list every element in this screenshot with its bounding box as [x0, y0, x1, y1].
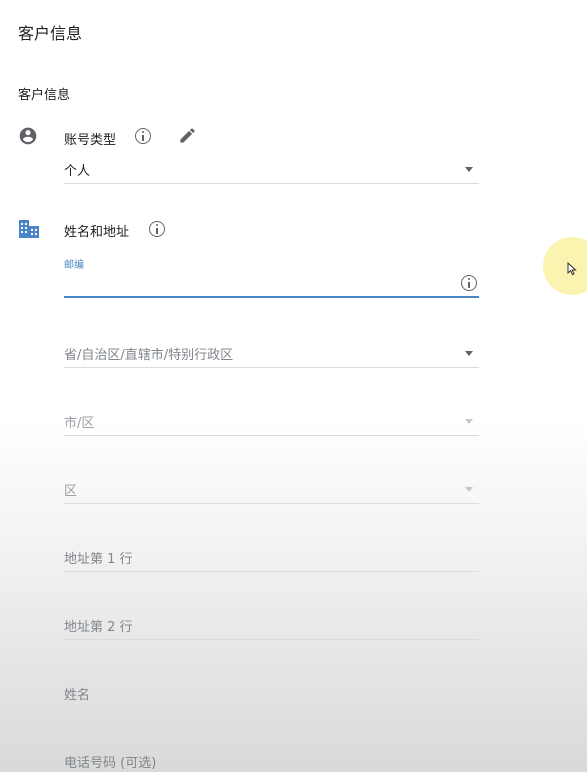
account-type-info-icon[interactable]	[135, 128, 151, 144]
name-address-info-icon[interactable]	[149, 221, 165, 237]
name-address-label: 姓名和地址	[64, 225, 130, 240]
city-select[interactable]: 市/区	[64, 404, 479, 436]
district-select[interactable]: 区	[64, 472, 479, 504]
account-circle-icon	[19, 127, 37, 145]
city-placeholder: 市/区	[64, 416, 95, 431]
address-line1-placeholder: 地址第 1 行	[64, 552, 133, 567]
district-placeholder: 区	[64, 484, 78, 499]
section-title: 客户信息	[18, 88, 71, 103]
province-placeholder: 省/自治区/直辖市/特别行政区	[64, 348, 234, 363]
chevron-down-icon	[465, 351, 473, 356]
cursor-highlight	[543, 237, 587, 295]
name-input[interactable]: 姓名	[64, 676, 479, 708]
mouse-pointer-icon	[567, 262, 577, 276]
chevron-down-icon	[465, 419, 473, 424]
account-type-value: 个人	[64, 164, 91, 179]
address-line1-input[interactable]: 地址第 1 行	[64, 540, 479, 572]
postal-code-info-icon[interactable]	[461, 275, 477, 291]
province-select[interactable]: 省/自治区/直辖市/特别行政区	[64, 336, 479, 368]
business-icon	[19, 220, 39, 238]
phone-placeholder: 电话号码 (可选)	[64, 756, 157, 771]
account-type-label: 账号类型	[64, 133, 117, 148]
address-line2-placeholder: 地址第 2 行	[64, 620, 133, 635]
address-line2-input[interactable]: 地址第 2 行	[64, 608, 479, 640]
account-type-select[interactable]: 个人	[64, 152, 479, 184]
pencil-icon[interactable]	[178, 126, 197, 145]
chevron-down-icon	[465, 167, 473, 172]
postal-code-label: 邮编	[64, 260, 84, 271]
phone-input[interactable]: 电话号码 (可选)	[64, 744, 479, 772]
name-placeholder: 姓名	[64, 688, 91, 703]
chevron-down-icon	[465, 487, 473, 492]
postal-code-input[interactable]: 邮编	[64, 256, 479, 298]
page-title: 客户信息	[18, 24, 83, 43]
